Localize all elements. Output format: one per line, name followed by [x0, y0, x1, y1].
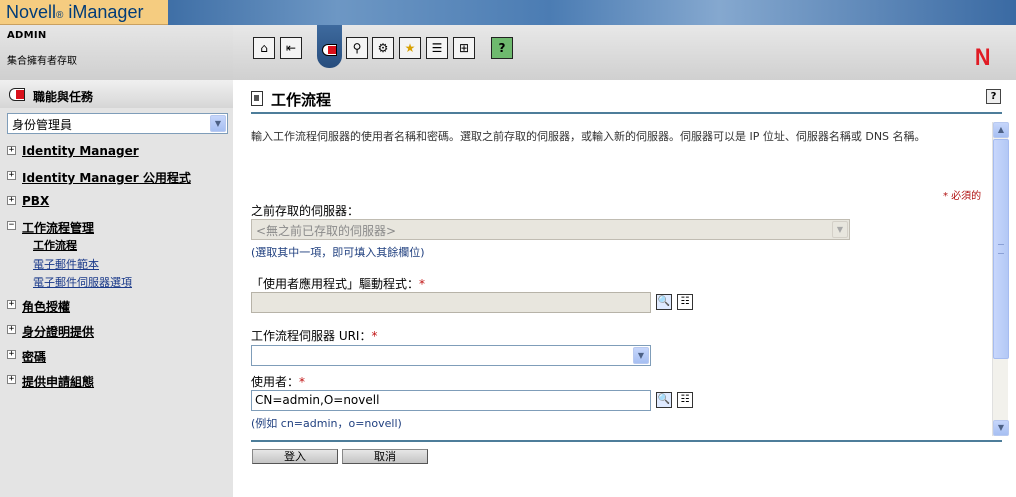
user-label: 使用者：* — [251, 375, 306, 389]
sidebar-subitem-email-server-options[interactable]: 電子郵件伺服器選項 — [33, 274, 132, 290]
novell-imanager-logo: Novell® iManager — [0, 0, 168, 25]
description: 輸入工作流程伺服器的使用者名稱和密碼。選取之前存取的伺服器，或輸入新的伺服器。伺… — [251, 130, 926, 143]
search-icon[interactable]: 🔍 — [656, 392, 672, 408]
configure-icon[interactable]: ⚙ — [372, 37, 394, 59]
cancel-button[interactable]: 取消 — [342, 449, 428, 464]
scroll-up-icon[interactable]: ▲ — [993, 122, 1009, 138]
scroll-down-icon[interactable]: ▼ — [993, 420, 1009, 436]
chevron-down-icon[interactable]: ▼ — [633, 347, 649, 364]
help-book-icon[interactable]: ? — [491, 37, 513, 59]
collapse-icon[interactable]: − — [7, 221, 16, 230]
prev-server-label: 之前存取的伺服器： — [251, 204, 360, 218]
sidebar-subitem-email-templates[interactable]: 電子郵件範本 — [33, 256, 99, 272]
user-name: ADMIN — [7, 30, 47, 41]
sidebar-header: 職能與任務 — [0, 80, 233, 108]
header: Novell® iManager ADMIN 集合擁有者存取 ⌂ ⇤ ⚲ ⚙ ★… — [0, 0, 1016, 80]
expand-icon[interactable]: + — [7, 325, 16, 334]
exit-icon[interactable]: ⇤ — [280, 37, 302, 59]
favorites-icon[interactable]: ★ — [399, 37, 421, 59]
prev-server-select[interactable]: <無之前已存取的伺服器> ▼ — [251, 219, 850, 240]
help-icon[interactable]: ? — [986, 89, 1001, 104]
sidebar-subitem-workflow[interactable]: 工作流程 — [33, 237, 77, 253]
user-panel: ADMIN 集合擁有者存取 — [0, 25, 233, 80]
page-title: 工作流程 — [271, 91, 332, 109]
scroll-thumb[interactable] — [993, 139, 1009, 359]
expand-icon[interactable]: + — [7, 375, 16, 384]
user-hint: (例如 cn=admin，o=novell) — [251, 417, 402, 430]
user-field[interactable]: CN=admin,O=novell — [251, 390, 651, 411]
sidebar: 職能與任務 身份管理員 ▼ + Identity Manager + Ident… — [0, 80, 233, 497]
sidebar-item-label[interactable]: Identity Manager — [22, 144, 139, 158]
expand-icon[interactable]: + — [7, 350, 16, 359]
form-content: 輸入工作流程伺服器的使用者名稱和密碼。選取之前存取的伺服器，或輸入新的伺服器。伺… — [251, 120, 991, 436]
novell-n-logo: N — [974, 44, 991, 71]
chevron-down-icon[interactable]: ▼ — [832, 221, 848, 238]
prev-server-value: <無之前已存取的伺服器> — [256, 224, 397, 238]
uri-label: 工作流程伺服器 URI：* — [251, 329, 378, 343]
task-list-icon[interactable]: ☰ — [426, 37, 448, 59]
role-select-value: 身份管理員 — [12, 118, 73, 132]
sidebar-item-label[interactable]: PBX — [22, 194, 49, 208]
bottom-divider — [251, 440, 1002, 442]
home-icon[interactable]: ⌂ — [253, 37, 275, 59]
view-objects-icon[interactable]: ⚲ — [346, 37, 368, 59]
user-role: 集合擁有者存取 — [7, 56, 77, 67]
toolbar: ⌂ ⇤ ⚲ ⚙ ★ ☰ ⊞ ? — [233, 25, 1016, 80]
sidebar-item-label[interactable]: 工作流程管理 — [22, 219, 94, 236]
workflow-icon — [251, 91, 263, 106]
object-browser-icon[interactable]: ☷ — [677, 294, 693, 310]
sidebar-item-label[interactable]: 密碼 — [22, 348, 46, 365]
object-browser-icon[interactable]: ☷ — [677, 392, 693, 408]
roles-tasks-icon — [9, 88, 25, 101]
sidebar-item-label[interactable]: 提供申請組態 — [22, 373, 94, 390]
role-select[interactable]: 身份管理員 ▼ — [7, 113, 228, 134]
content-scrollbar[interactable]: ▲ ▼ — [992, 122, 1009, 436]
title-divider — [251, 112, 1002, 114]
expand-icon[interactable]: + — [7, 196, 16, 205]
login-button[interactable]: 登入 — [252, 449, 338, 464]
chevron-down-icon[interactable]: ▼ — [210, 115, 226, 132]
hierarchy-icon[interactable]: ⊞ — [453, 37, 475, 59]
sidebar-item-label[interactable]: 身分證明提供 — [22, 323, 94, 340]
header-banner — [168, 0, 1016, 25]
expand-icon[interactable]: + — [7, 300, 16, 309]
roles-tasks-icon[interactable] — [317, 25, 342, 68]
driver-field[interactable] — [251, 292, 651, 313]
search-icon[interactable]: 🔍 — [656, 294, 672, 310]
prev-server-hint: (選取其中一項，即可填入其餘欄位) — [251, 246, 425, 259]
expand-icon[interactable]: + — [7, 171, 16, 180]
sidebar-title: 職能與任務 — [33, 90, 94, 104]
sidebar-item-label[interactable]: Identity Manager 公用程式 — [22, 169, 191, 186]
driver-label: 「使用者應用程式」驅動程式：* — [251, 277, 426, 291]
expand-icon[interactable]: + — [7, 146, 16, 155]
required-note: * 必須的 — [943, 191, 982, 202]
sidebar-item-label[interactable]: 角色授權 — [22, 298, 70, 315]
workflow-uri-select[interactable]: ▼ — [251, 345, 651, 366]
